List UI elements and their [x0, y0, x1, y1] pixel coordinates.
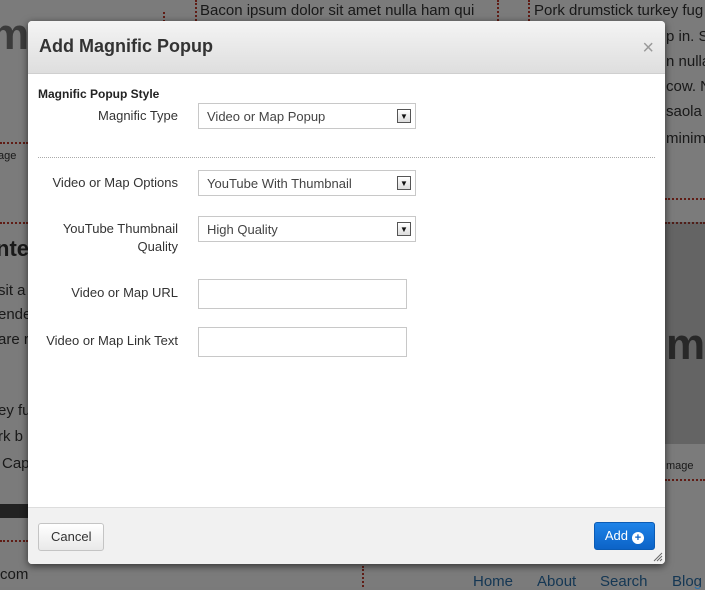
magnific-type-select[interactable]: Video or Map Popup ▼ [198, 103, 416, 129]
section-title: Magnific Popup Style [38, 87, 160, 101]
magnific-type-label: Magnific Type [98, 108, 178, 123]
thumb-quality-value: High Quality [207, 222, 278, 237]
add-button-label: Add [604, 528, 628, 543]
options-select[interactable]: YouTube With Thumbnail ▼ [198, 170, 416, 196]
link-text-label: Video or Map Link Text [46, 333, 178, 348]
resize-grip-icon[interactable] [653, 552, 663, 562]
chevron-down-icon: ▼ [397, 176, 411, 190]
section-divider [38, 157, 655, 158]
close-icon[interactable]: × [642, 38, 654, 58]
thumb-quality-select[interactable]: High Quality ▼ [198, 216, 416, 242]
magnific-type-value: Video or Map Popup [207, 109, 326, 124]
modal-header: Add Magnific Popup × [28, 21, 665, 74]
cancel-button[interactable]: Cancel [38, 523, 105, 551]
link-text-input[interactable] [198, 327, 407, 357]
thumb-quality-label: YouTube Thumbnail Quality [28, 220, 178, 256]
modal-footer: Cancel Add + [28, 507, 665, 564]
options-label: Video or Map Options [52, 175, 179, 190]
url-label: Video or Map URL [71, 285, 178, 300]
options-value: YouTube With Thumbnail [207, 176, 352, 191]
url-input[interactable] [198, 279, 407, 309]
modal-title: Add Magnific Popup [39, 36, 213, 56]
chevron-down-icon: ▼ [397, 222, 411, 236]
thumb-quality-label-line1: YouTube Thumbnail [62, 221, 178, 236]
plus-circle-icon: + [632, 532, 644, 544]
chevron-down-icon: ▼ [397, 109, 411, 123]
add-button[interactable]: Add + [593, 522, 655, 550]
add-magnific-popup-dialog: Add Magnific Popup × Magnific Popup Styl… [28, 21, 665, 564]
thumb-quality-label-line2: Quality [137, 239, 178, 254]
